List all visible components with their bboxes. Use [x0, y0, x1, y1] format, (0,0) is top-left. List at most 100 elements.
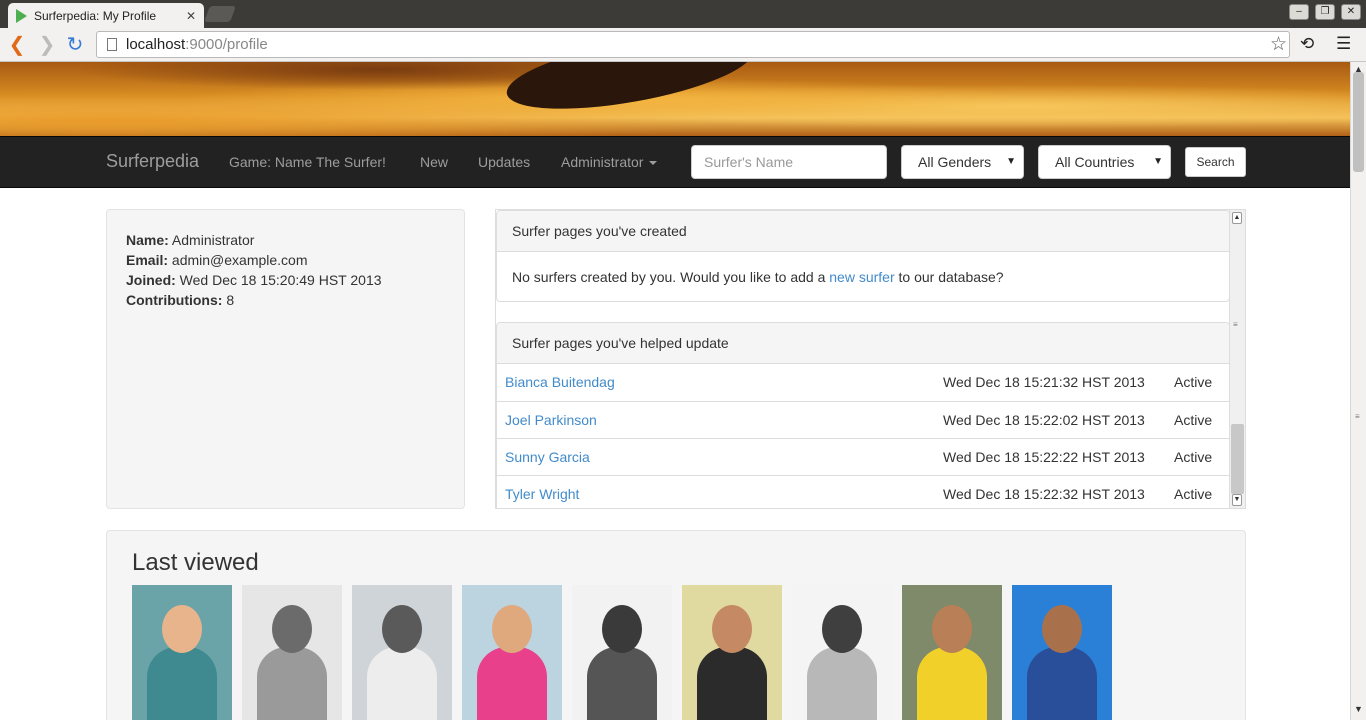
surfer-thumbnail[interactable]: [462, 585, 562, 720]
surfer-photo-head: [602, 605, 642, 653]
surfer-thumbnail[interactable]: [242, 585, 342, 720]
update-date: Wed Dec 18 15:21:32 HST 2013: [943, 374, 1145, 390]
page-scroll-thumb[interactable]: [1353, 72, 1364, 172]
close-tab-icon[interactable]: ✕: [186, 9, 196, 23]
joined-value: Wed Dec 18 15:20:49 HST 2013: [179, 272, 382, 288]
status-text: Active: [1174, 486, 1213, 502]
table-row: Tyler Wright Wed Dec 18 15:22:32 HST 201…: [497, 475, 1229, 508]
surfer-link[interactable]: Tyler Wright: [505, 476, 579, 508]
contributions-value: 8: [226, 292, 235, 308]
surfer-name-search-input[interactable]: [691, 145, 887, 179]
surfer-photo-torso: [587, 647, 657, 720]
browser-toolbar: ❮ ❯ ↻ localhost:9000/profile ☆ ⟲ ☰: [0, 28, 1366, 62]
surfer-photo-head: [712, 605, 752, 653]
reload-icon[interactable]: ↻: [63, 33, 87, 57]
surfer-thumbnail[interactable]: [682, 585, 782, 720]
inner-scrollbar[interactable]: ▲ ≡ ▼: [1229, 210, 1245, 508]
surfer-thumbnail[interactable]: [1012, 585, 1112, 720]
country-select[interactable]: All Countries ▼: [1038, 145, 1171, 179]
surfer-photo-torso: [917, 647, 987, 720]
surfer-photo-torso: [147, 647, 217, 720]
update-date: Wed Dec 18 15:22:22 HST 2013: [943, 449, 1145, 465]
created-text-after: to our database?: [898, 269, 1004, 285]
surfboard-silhouette: [501, 62, 759, 124]
created-panel-body: No surfers created by you. Would you lik…: [497, 252, 1229, 302]
name-value: Administrator: [171, 232, 255, 248]
created-panel-heading: Surfer pages you've created: [497, 211, 1229, 252]
select-arrow-icon: ▼: [1006, 156, 1016, 167]
gender-select-value: All Genders: [918, 154, 992, 170]
last-viewed-thumbnails: [132, 585, 1112, 720]
surfer-thumbnail[interactable]: [572, 585, 672, 720]
surfer-thumbnail[interactable]: [902, 585, 1002, 720]
surfer-link[interactable]: Sunny Garcia: [505, 439, 590, 475]
updated-panel-heading: Surfer pages you've helped update: [497, 323, 1229, 364]
updated-table: Bianca Buitendag Wed Dec 18 15:21:32 HST…: [497, 364, 1229, 508]
scroll-up-icon[interactable]: ▲: [1232, 212, 1242, 224]
last-viewed-well: Last viewed: [106, 530, 1246, 720]
close-window-button[interactable]: ✕: [1341, 4, 1361, 20]
status-text: Active: [1174, 412, 1213, 428]
surfer-thumbnail[interactable]: [132, 585, 232, 720]
created-text-before: No surfers created by you. Would you lik…: [512, 269, 826, 285]
profile-joined: Joined: Wed Dec 18 15:20:49 HST 2013: [126, 270, 445, 290]
profile-name: Name: Administrator: [126, 230, 445, 250]
nav-admin-dropdown[interactable]: Administrator: [561, 154, 658, 170]
contributions-scroll-area[interactable]: Surfer pages you've created No surfers c…: [495, 209, 1246, 509]
table-row: Sunny Garcia Wed Dec 18 15:22:22 HST 201…: [497, 438, 1229, 475]
restore-button[interactable]: ❐: [1315, 4, 1335, 20]
surfer-thumbnail[interactable]: [792, 585, 892, 720]
browser-tab[interactable]: Surferpedia: My Profile ✕: [8, 3, 204, 28]
status-text: Active: [1174, 449, 1213, 465]
nav-updates[interactable]: Updates: [478, 154, 530, 170]
favicon-icon: [16, 8, 27, 23]
surfer-photo-head: [1042, 605, 1082, 653]
inner-scroll-thumb[interactable]: [1231, 424, 1244, 494]
nav-new[interactable]: New: [420, 154, 448, 170]
navbar: Surferpedia Game: Name The Surfer! New U…: [0, 136, 1350, 188]
surfer-link[interactable]: Joel Parkinson: [505, 402, 597, 438]
nav-admin-label: Administrator: [561, 154, 644, 170]
surfer-photo-head: [382, 605, 422, 653]
address-bar[interactable]: localhost:9000/profile ☆: [96, 31, 1290, 58]
surfer-link[interactable]: Bianca Buitendag: [505, 364, 615, 400]
gender-select[interactable]: All Genders ▼: [901, 145, 1024, 179]
page-scroll-grip-icon: ≡: [1355, 412, 1360, 421]
surf-banner-image: [0, 62, 1350, 136]
profile-info-well: Name: Administrator Email: admin@example…: [106, 209, 465, 509]
tab-title: Surferpedia: My Profile: [34, 8, 157, 23]
joined-label: Joined:: [126, 272, 176, 288]
minimize-button[interactable]: –: [1289, 4, 1309, 20]
brand-link[interactable]: Surferpedia: [106, 151, 199, 172]
surfer-photo-head: [162, 605, 202, 653]
profile-email: Email: admin@example.com: [126, 250, 445, 270]
surfer-photo-torso: [477, 647, 547, 720]
forward-icon[interactable]: ❯: [35, 33, 59, 57]
table-row: Joel Parkinson Wed Dec 18 15:22:02 HST 2…: [497, 401, 1229, 438]
created-panel: Surfer pages you've created No surfers c…: [496, 210, 1230, 302]
search-button[interactable]: Search: [1185, 147, 1246, 177]
bookmark-star-icon[interactable]: ☆: [1270, 33, 1287, 56]
country-select-value: All Countries: [1055, 154, 1135, 170]
profile-contributions: Contributions: 8: [126, 290, 445, 310]
surfer-photo-torso: [807, 647, 877, 720]
page-scroll-down-icon[interactable]: ▼: [1354, 704, 1363, 714]
nav-game[interactable]: Game: Name The Surfer!: [229, 154, 386, 170]
url-host: localhost: [126, 36, 186, 53]
surfer-photo-torso: [697, 647, 767, 720]
page-icon: [107, 38, 117, 51]
update-date: Wed Dec 18 15:22:32 HST 2013: [943, 486, 1145, 502]
menu-icon[interactable]: ☰: [1336, 34, 1351, 54]
page-scrollbar[interactable]: ▲ ≡ ▼: [1350, 62, 1366, 720]
browser-titlebar: Surferpedia: My Profile ✕ – ❐ ✕: [0, 0, 1366, 28]
back-icon[interactable]: ❮: [5, 33, 29, 57]
updated-panel: Surfer pages you've helped update Bianca…: [496, 322, 1230, 508]
surfer-photo-torso: [257, 647, 327, 720]
contributions-label: Contributions:: [126, 292, 223, 308]
surfer-thumbnail[interactable]: [352, 585, 452, 720]
new-surfer-link[interactable]: new surfer: [829, 269, 894, 285]
extension-icon[interactable]: ⟲: [1300, 34, 1314, 54]
scroll-down-icon[interactable]: ▼: [1232, 494, 1242, 506]
name-label: Name:: [126, 232, 169, 248]
new-tab-button[interactable]: [204, 6, 236, 22]
